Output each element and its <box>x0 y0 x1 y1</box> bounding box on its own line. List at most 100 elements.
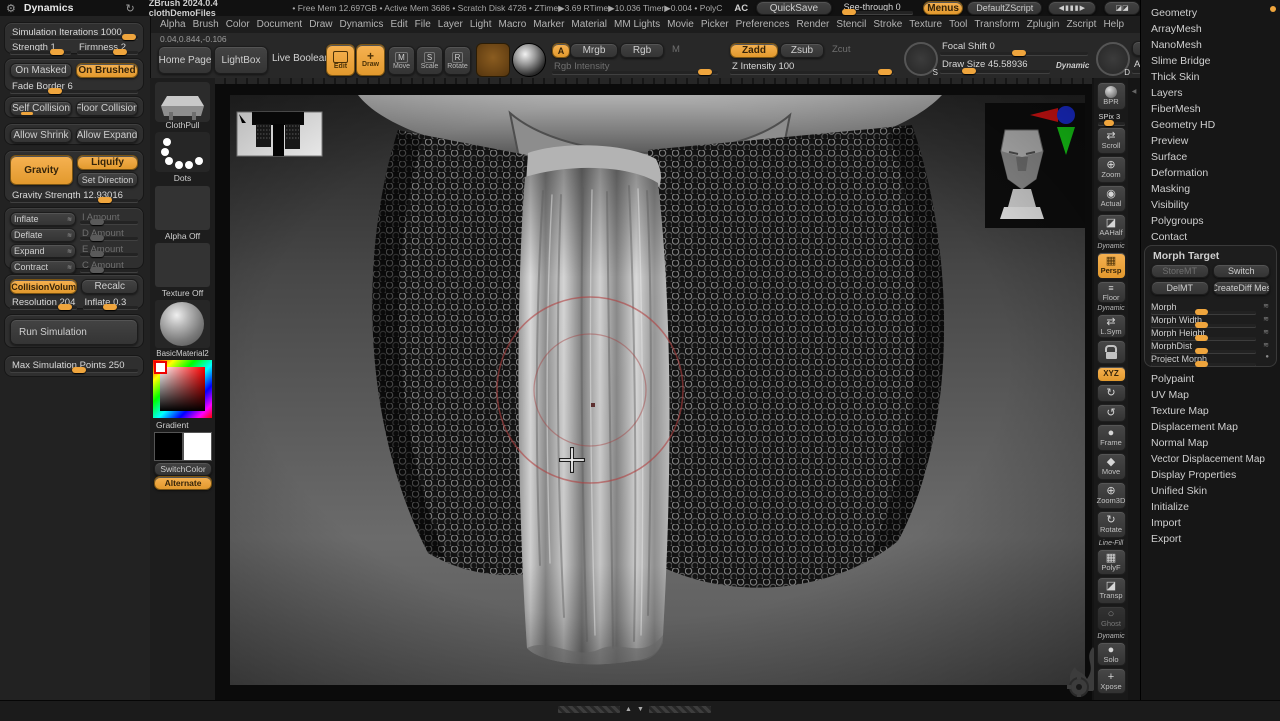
ui-slider-icons[interactable]: ◀▮▮▮▶ <box>1048 1 1096 15</box>
move3d-button[interactable]: ◆Move <box>1097 453 1126 480</box>
d-amount-slider[interactable]: D Amount <box>80 228 138 240</box>
see-through-slider[interactable]: See-through 0 <box>842 2 914 14</box>
self-collision-button[interactable]: Self Collision <box>10 101 72 116</box>
slider-knob[interactable] <box>50 49 64 55</box>
tray-hatch-right[interactable] <box>649 706 711 713</box>
clothpull-brush-button[interactable] <box>155 82 210 122</box>
gravity-button[interactable]: Gravity <box>10 155 73 185</box>
zoom3d-button[interactable]: ⊕Zoom3D <box>1097 482 1126 509</box>
fade-border-slider[interactable]: Fade Border 6 <box>10 81 138 93</box>
subpalette-unified-skin[interactable]: Unified Skin <box>1141 483 1280 499</box>
menu-picker[interactable]: Picker <box>701 19 729 30</box>
zadd-button[interactable]: Zadd <box>730 43 778 58</box>
stroke-dial[interactable]: S <box>904 42 938 76</box>
storemt-button[interactable]: StoreMT <box>1151 264 1209 278</box>
solo-button[interactable]: ●Solo <box>1097 642 1126 666</box>
menu-zscript[interactable]: Zscript <box>1066 19 1096 30</box>
menu-file[interactable]: File <box>415 19 431 30</box>
subpalette-texture-map[interactable]: Texture Map <box>1141 403 1280 419</box>
subpalette-display-properties[interactable]: Display Properties <box>1141 467 1280 483</box>
xpose-button[interactable]: +Xpose <box>1097 668 1126 694</box>
menu-material[interactable]: Material <box>571 19 607 30</box>
material-button[interactable] <box>155 300 210 348</box>
alternate-button[interactable]: Alternate <box>154 476 212 490</box>
gear-icon[interactable]: ⚙ <box>6 2 16 15</box>
spix-slider[interactable]: SPix 3 <box>1098 112 1125 125</box>
subpalette-deformation[interactable]: Deformation <box>1141 165 1280 181</box>
slider-knob[interactable] <box>122 34 136 40</box>
panel-divider[interactable]: ◀ <box>1128 78 1140 700</box>
slider-knob[interactable] <box>48 88 62 94</box>
subpalette-fibermesh[interactable]: FiberMesh <box>1141 101 1280 117</box>
refresh-icon[interactable]: ↻ <box>125 2 134 15</box>
menu-document[interactable]: Document <box>257 19 303 30</box>
texture-off-button[interactable] <box>155 243 210 287</box>
floor-button[interactable]: ≡Floor <box>1097 281 1126 303</box>
slider-knob[interactable] <box>962 68 976 74</box>
material-preview-button[interactable] <box>512 43 546 77</box>
subpalette-surface[interactable]: Surface <box>1141 149 1280 165</box>
subpalette-import[interactable]: Import <box>1141 515 1280 531</box>
simulation-iterations-slider[interactable]: Simulation Iterations 1000 <box>10 27 138 39</box>
transp-button[interactable]: ◪Transp <box>1097 577 1126 604</box>
ghost-button[interactable]: ○Ghost <box>1097 606 1126 631</box>
subpalette-slime-bridge[interactable]: Slime Bridge <box>1141 53 1280 69</box>
a-button[interactable]: A <box>552 43 570 58</box>
stamp-icons[interactable]: ◪◪ <box>1104 1 1140 15</box>
subpalette-preview[interactable]: Preview <box>1141 133 1280 149</box>
subpalette-masking[interactable]: Masking <box>1141 181 1280 197</box>
slider-knob[interactable] <box>90 219 104 225</box>
rgb-intensity-slider[interactable]: Rgb Intensity <box>552 61 718 74</box>
on-masked-button[interactable]: On Masked <box>10 63 72 78</box>
subpalette-displacement-map[interactable]: Displacement Map <box>1141 419 1280 435</box>
menu-movie[interactable]: Movie <box>667 19 694 30</box>
inflate-value-slider[interactable]: Inflate 0.3 <box>83 297 138 309</box>
draw-size-slider[interactable]: Draw Size 45.58936 <box>940 59 1050 73</box>
scroll-button[interactable]: ⇄Scroll <box>1097 127 1126 154</box>
slider-knob[interactable] <box>58 304 72 310</box>
menu-transform[interactable]: Transform <box>974 19 1019 30</box>
tray-hatch-left[interactable] <box>558 706 620 713</box>
edit-button[interactable]: Edit <box>326 44 355 76</box>
subpalette-initialize[interactable]: Initialize <box>1141 499 1280 515</box>
slider-knob[interactable] <box>98 197 112 203</box>
menu-marker[interactable]: Marker <box>533 19 564 30</box>
tray-handle[interactable]: ▲ ▼ <box>558 706 711 713</box>
subpalette-export[interactable]: Export <box>1141 531 1280 547</box>
frame-button[interactable]: ●Frame <box>1097 424 1126 451</box>
menu-stencil[interactable]: Stencil <box>836 19 866 30</box>
collision-volume-button[interactable]: CollisionVolum <box>10 279 77 294</box>
subpalette-vector-displacement-map[interactable]: Vector Displacement Map <box>1141 451 1280 467</box>
inflate-button[interactable]: Inflate≋ <box>10 212 76 226</box>
allow-shrink-button[interactable]: Allow Shrink <box>10 128 72 143</box>
brush-preview-button[interactable] <box>476 43 510 77</box>
menu-alpha[interactable]: Alpha <box>160 19 186 30</box>
menus-button[interactable]: Menus <box>923 1 963 15</box>
menu-render[interactable]: Render <box>797 19 830 30</box>
delmt-button[interactable]: DelMT <box>1151 281 1209 295</box>
spin-ccw-button[interactable]: ↺ <box>1097 404 1126 422</box>
slider-knob[interactable] <box>113 49 127 55</box>
viewport[interactable] <box>215 78 1092 700</box>
subpalette-nanomesh[interactable]: NanoMesh <box>1141 37 1280 53</box>
expand-button[interactable]: Expand≋ <box>10 244 76 258</box>
default-zscript-button[interactable]: DefaultZScript <box>967 1 1043 15</box>
quicksave-button[interactable]: QuickSave <box>756 1 832 15</box>
scale-button[interactable]: S Scale <box>416 46 443 75</box>
slider-knob[interactable] <box>1104 120 1114 126</box>
set-direction-button[interactable]: Set Direction <box>77 172 138 187</box>
slider-knob[interactable] <box>842 9 856 15</box>
switch-button[interactable]: Switch <box>1213 264 1271 278</box>
menu-draw[interactable]: Draw <box>309 19 332 30</box>
rotate3d-button[interactable]: ↻Rotate <box>1097 511 1126 538</box>
tray-up-icon[interactable]: ▲ <box>625 706 632 713</box>
dynamic-label[interactable]: Dynamic <box>1056 61 1089 70</box>
slider-knob[interactable] <box>698 69 712 75</box>
home-page-button[interactable]: Home Page <box>158 46 212 74</box>
menu-edit[interactable]: Edit <box>390 19 407 30</box>
menu-layer[interactable]: Layer <box>438 19 463 30</box>
c-amount-slider[interactable]: C Amount <box>80 260 138 272</box>
project-morph-slider[interactable]: Project Morph● <box>1151 354 1270 367</box>
subpalette-geometry-hd[interactable]: Geometry HD <box>1141 117 1280 133</box>
strength-slider[interactable]: Strength 1 <box>10 42 71 54</box>
